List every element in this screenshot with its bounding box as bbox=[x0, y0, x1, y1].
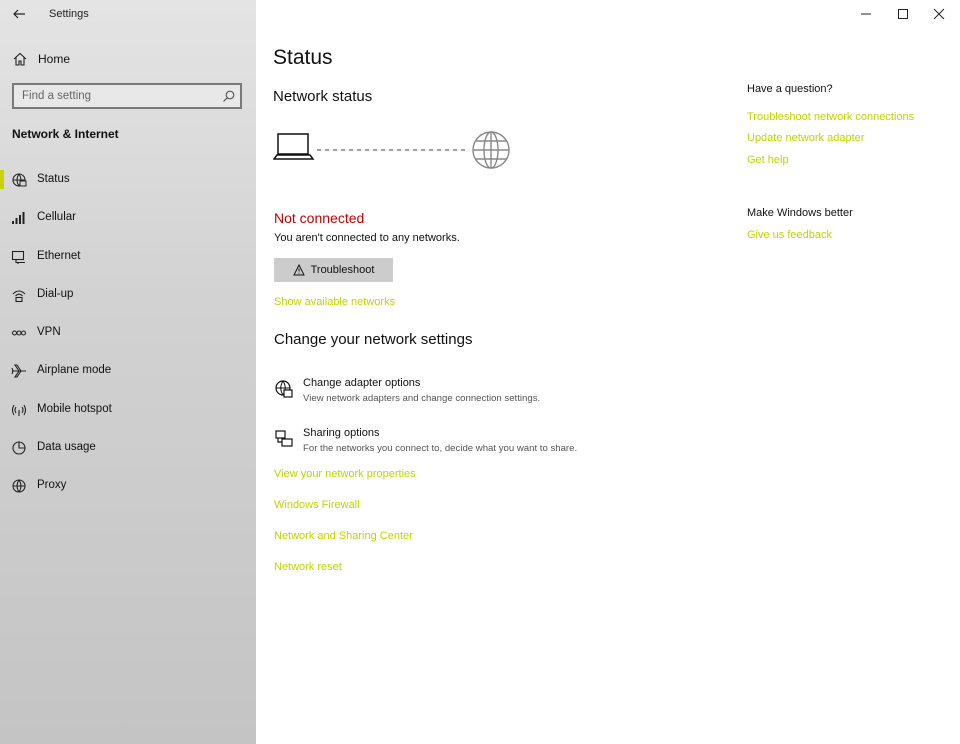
option-description: View network adapters and change connect… bbox=[303, 393, 541, 404]
dialup-icon bbox=[12, 290, 26, 302]
data-usage-icon bbox=[12, 441, 26, 455]
sharing-option[interactable]: Sharing options For the networks you con… bbox=[274, 427, 694, 463]
status-icon bbox=[12, 173, 27, 187]
sidebar-item-label: Data usage bbox=[37, 441, 96, 454]
home-label: Home bbox=[38, 52, 71, 66]
sidebar-item-label: VPN bbox=[37, 326, 61, 339]
network-reset-link[interactable]: Network reset bbox=[274, 561, 342, 573]
sidebar-item-label: Dial-up bbox=[37, 287, 74, 300]
connection-status: Not connected bbox=[274, 210, 365, 226]
sharing-center-link[interactable]: Network and Sharing Center bbox=[274, 530, 413, 542]
show-networks-link[interactable]: Show available networks bbox=[274, 296, 395, 308]
option-description: For the networks you connect to, decide … bbox=[303, 443, 578, 454]
sidebar-item-dialup[interactable]: Dial-up bbox=[0, 276, 256, 314]
sidebar-item-airplane[interactable]: Airplane mode bbox=[0, 352, 256, 390]
sidebar-item-vpn[interactable]: VPN bbox=[0, 314, 256, 352]
search-input[interactable]: Find a setting bbox=[12, 83, 242, 109]
proxy-icon bbox=[12, 479, 26, 493]
troubleshoot-button[interactable]: Troubleshoot bbox=[274, 258, 393, 282]
sidebar-nav: Status Cellular Ethernet Dial-up VPN Air… bbox=[0, 161, 256, 506]
sharing-icon bbox=[275, 430, 293, 447]
sidebar-item-label: Status bbox=[37, 173, 70, 185]
back-arrow-icon bbox=[13, 9, 25, 19]
network-diagram bbox=[273, 131, 510, 169]
main-content: Status Network status Not connected You … bbox=[256, 0, 960, 744]
feedback-title: Make Windows better bbox=[747, 207, 853, 219]
connection-description: You aren't connected to any networks. bbox=[274, 232, 460, 244]
home-button[interactable]: Home bbox=[0, 44, 256, 74]
vpn-icon bbox=[11, 330, 27, 336]
app-title: Settings bbox=[49, 8, 89, 20]
close-icon bbox=[933, 8, 945, 20]
minimize-button[interactable] bbox=[853, 4, 879, 24]
network-properties-link[interactable]: View your network properties bbox=[274, 468, 416, 480]
close-button[interactable] bbox=[926, 4, 952, 24]
search-placeholder: Find a setting bbox=[22, 90, 92, 102]
help-title: Have a question? bbox=[747, 83, 833, 95]
sidebar-item-cellular[interactable]: Cellular bbox=[0, 199, 256, 237]
change-adapter-option[interactable]: Change adapter options View network adap… bbox=[274, 377, 694, 413]
laptop-icon bbox=[273, 133, 315, 160]
back-button[interactable] bbox=[8, 4, 30, 24]
airplane-icon bbox=[11, 364, 26, 379]
sidebar-item-label: Mobile hotspot bbox=[37, 402, 112, 415]
sidebar-item-data-usage[interactable]: Data usage bbox=[0, 429, 256, 467]
page-title: Status bbox=[273, 46, 333, 69]
section-title: Network & Internet bbox=[12, 127, 119, 141]
sidebar-item-status[interactable]: Status bbox=[0, 161, 256, 199]
ethernet-icon bbox=[11, 250, 25, 264]
selection-indicator bbox=[0, 170, 4, 189]
option-title: Change adapter options bbox=[303, 377, 421, 389]
troubleshoot-label: Troubleshoot bbox=[310, 264, 375, 276]
option-title: Sharing options bbox=[303, 427, 380, 439]
update-adapter-link[interactable]: Update network adapter bbox=[747, 132, 864, 144]
search-icon bbox=[223, 90, 235, 102]
maximize-button[interactable] bbox=[890, 4, 916, 24]
sidebar-item-ethernet[interactable]: Ethernet bbox=[0, 238, 256, 276]
sidebar-item-label: Cellular bbox=[37, 211, 76, 224]
home-icon bbox=[13, 52, 27, 66]
warning-icon bbox=[292, 264, 305, 276]
sidebar-item-label: Proxy bbox=[37, 479, 67, 492]
network-status-title: Network status bbox=[273, 88, 373, 105]
globe-icon bbox=[472, 131, 510, 169]
feedback-link[interactable]: Give us feedback bbox=[747, 229, 832, 241]
sidebar-item-label: Airplane mode bbox=[37, 364, 112, 377]
troubleshoot-connections-link[interactable]: Troubleshoot network connections bbox=[747, 111, 914, 123]
windows-firewall-link[interactable]: Windows Firewall bbox=[274, 499, 360, 511]
minimize-icon bbox=[861, 13, 871, 15]
sidebar-item-label: Ethernet bbox=[37, 249, 81, 262]
sidebar-item-hotspot[interactable]: Mobile hotspot bbox=[0, 391, 256, 429]
maximize-icon bbox=[898, 9, 908, 19]
adapter-icon bbox=[275, 380, 293, 398]
title-bar: Settings bbox=[0, 0, 256, 30]
get-help-link[interactable]: Get help bbox=[747, 154, 789, 166]
sidebar-item-proxy[interactable]: Proxy bbox=[0, 467, 256, 505]
change-settings-title: Change your network settings bbox=[274, 331, 473, 348]
cellular-icon bbox=[12, 212, 25, 225]
hotspot-icon bbox=[11, 404, 27, 416]
sidebar: Settings Home Find a setting Network & I… bbox=[0, 0, 256, 744]
